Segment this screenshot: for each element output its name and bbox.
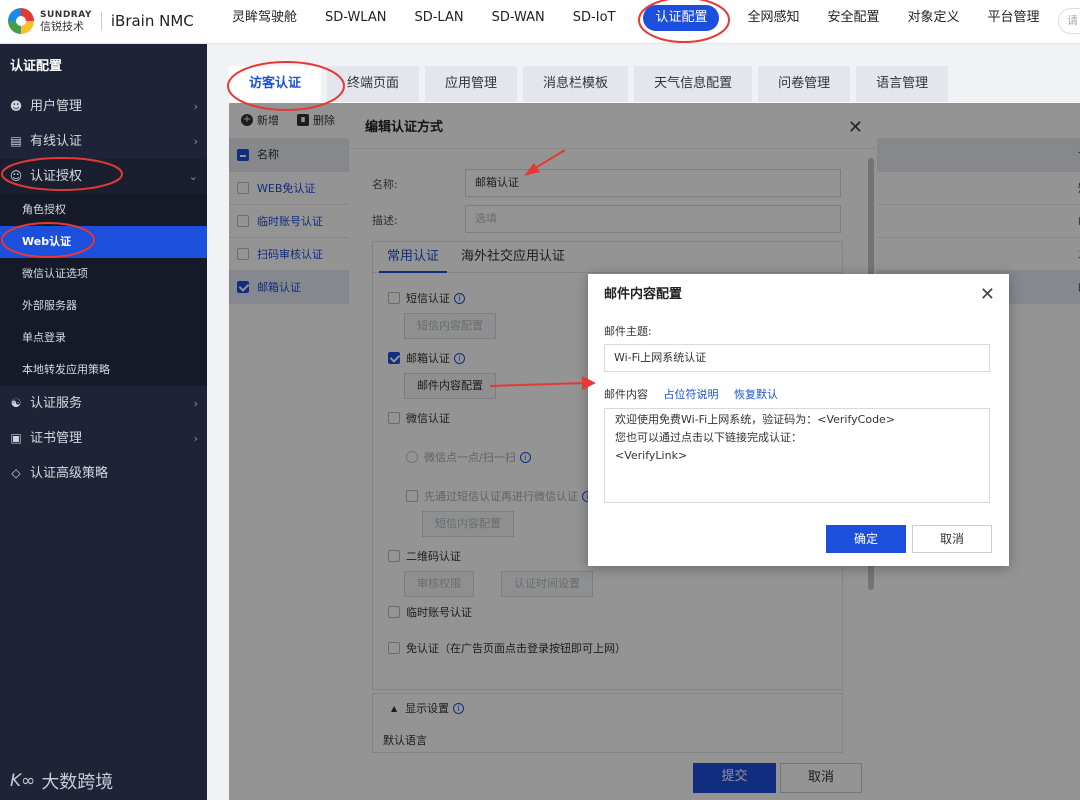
logo-mark-icon [8, 8, 34, 34]
chevron-right-icon: › [193, 100, 198, 113]
logo-cn: 信锐技术 [40, 20, 84, 33]
logo-divider [100, 12, 102, 30]
chevron-right-icon: › [193, 432, 198, 445]
sidebar-item-auth-service[interactable]: ☯ 认证服务 › [0, 386, 207, 421]
brand-logo[interactable]: SUNDRAY 信锐技术 iBrain NMC [8, 8, 194, 34]
top-search-input[interactable]: 请 [1058, 8, 1080, 34]
top-nav: 灵眸驾驶舱 SD-WLAN SD-LAN SD-WAN SD-IoT 认证配置 … [218, 0, 1054, 44]
sidebar-item-cert-mgmt[interactable]: ▣ 证书管理 › [0, 421, 207, 456]
topnav-sd-wlan[interactable]: SD-WLAN [311, 0, 400, 44]
content-label: 邮件内容 [604, 388, 648, 401]
topnav-platform[interactable]: 平台管理 [974, 0, 1054, 44]
user-icon: ☻ [9, 99, 23, 113]
sidebar-item-advanced-policy[interactable]: ◇ 认证高级策略 [0, 456, 207, 491]
topnav-cockpit[interactable]: 灵眸驾驶舱 [218, 0, 311, 44]
close-icon[interactable]: ✕ [980, 274, 995, 316]
placeholder-help-link[interactable]: 占位符说明 [664, 388, 719, 401]
topnav-auth-config[interactable]: 认证配置 [629, 0, 733, 44]
email-dialog-header: 邮件内容配置 ✕ [588, 274, 1009, 316]
watermark-logo-icon: K∞ [10, 771, 36, 791]
tab-terminal-page[interactable]: 终端页面 [327, 66, 420, 102]
tab-bar: 访客认证 终端页面 应用管理 消息栏模板 天气信息配置 问卷管理 语言管理 [229, 66, 954, 102]
topnav-sd-lan[interactable]: SD-LAN [400, 0, 477, 44]
tab-guest-auth[interactable]: 访客认证 [229, 66, 322, 102]
topnav-network-sense[interactable]: 全网感知 [733, 0, 813, 44]
sidebar-sub-web-auth[interactable]: Web认证 [0, 226, 207, 258]
topnav-security[interactable]: 安全配置 [814, 0, 894, 44]
topnav-sd-iot[interactable]: SD-IoT [559, 0, 630, 44]
user-gear-icon: ☯ [10, 396, 22, 410]
subject-input[interactable]: Wi-Fi上网系统认证 [604, 344, 990, 372]
tab-weather-config[interactable]: 天气信息配置 [634, 66, 753, 102]
chevron-down-icon: ⌄ [188, 170, 198, 183]
content-label-row: 邮件内容 占位符说明 恢复默认 [604, 386, 778, 402]
sidebar-sub-role-auth[interactable]: 角色授权 [0, 194, 207, 226]
email-dialog-title: 邮件内容配置 [604, 287, 683, 302]
chevron-right-icon: › [193, 397, 198, 410]
certificate-icon: ▣ [10, 431, 22, 445]
diamond-icon: ◇ [11, 466, 21, 480]
sidebar-item-auth-authorization[interactable]: ☺ 认证授权 ⌄ [0, 159, 207, 194]
tab-language-mgmt[interactable]: 语言管理 [856, 66, 949, 102]
top-bar: SUNDRAY 信锐技术 iBrain NMC 灵眸驾驶舱 SD-WLAN SD… [0, 0, 1080, 44]
tab-message-template[interactable]: 消息栏模板 [523, 66, 629, 102]
sidebar: 认证配置 ☻ 用户管理 › ▤ 有线认证 › ☺ 认证授权 ⌄ 角色授权 Web… [0, 44, 207, 800]
tab-survey-mgmt[interactable]: 问卷管理 [758, 66, 851, 102]
sidebar-sub-wechat-options[interactable]: 微信认证选项 [0, 258, 207, 290]
tab-app-mgmt[interactable]: 应用管理 [425, 66, 518, 102]
chevron-right-icon: › [193, 135, 198, 148]
confirm-button[interactable]: 确定 [826, 525, 906, 553]
app-name: iBrain NMC [110, 12, 194, 30]
sidebar-sub-local-forward[interactable]: 本地转发应用策略 [0, 354, 207, 386]
user-key-icon: ☺ [9, 169, 23, 183]
watermark: K∞ 大数跨境 [10, 771, 114, 793]
sidebar-sub-external-server[interactable]: 外部服务器 [0, 290, 207, 322]
subject-label: 邮件主题: [604, 325, 652, 338]
topnav-objects[interactable]: 对象定义 [894, 0, 974, 44]
topnav-sd-wan[interactable]: SD-WAN [478, 0, 559, 44]
id-card-icon: ▤ [10, 134, 22, 148]
sidebar-title: 认证配置 [10, 59, 63, 74]
sidebar-item-wired-auth[interactable]: ▤ 有线认证 › [0, 124, 207, 159]
reset-default-link[interactable]: 恢复默认 [734, 388, 778, 401]
sidebar-sub-sso[interactable]: 单点登录 [0, 322, 207, 354]
sidebar-item-user-mgmt[interactable]: ☻ 用户管理 › [0, 89, 207, 124]
email-cancel-button[interactable]: 取消 [912, 525, 992, 553]
email-content-textarea[interactable]: 欢迎使用免费Wi-Fi上网系统，验证码为：<VerifyCode> 您也可以通过… [604, 408, 990, 503]
